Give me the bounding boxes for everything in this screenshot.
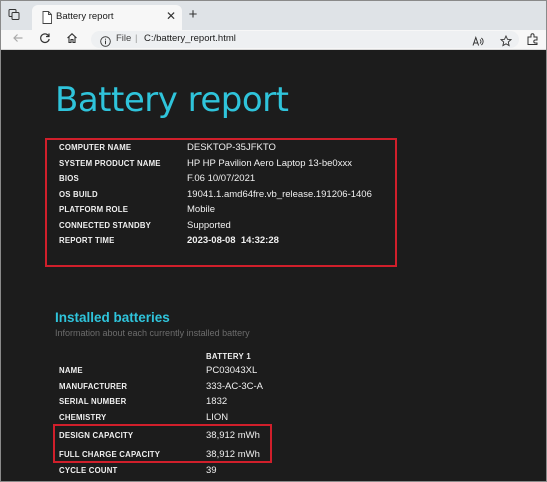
browser-window: Battery report ✕ + File | C:/battery_rep… [0,0,547,482]
manufacturer-value: 333-AC-3C-A [206,380,264,392]
refresh-icon[interactable] [36,31,54,48]
battery-column-header: BATTERY 1 [206,352,252,361]
read-aloud-icon[interactable] [472,34,484,46]
address-bar[interactable]: File | C:/battery_report.html [91,31,519,48]
system-info-highlight-box [45,138,397,267]
back-arrow-icon[interactable] [9,31,27,48]
installed-batteries-title: Installed batteries [55,310,170,325]
report-title: Battery report [55,80,289,120]
serial-number-value: 1832 [206,396,228,408]
new-tab-icon[interactable]: + [184,6,202,24]
close-tab-icon[interactable]: ✕ [166,9,176,23]
chemistry-label: CHEMISTRY [59,413,107,423]
serial-number-label: SERIAL NUMBER [59,397,127,407]
cycle-count-value: 39 [206,465,217,477]
tab-title: Battery report [56,11,114,22]
capacity-highlight-box [53,424,272,463]
home-icon[interactable] [63,31,81,48]
info-icon[interactable] [100,34,111,47]
report-page: Battery report COMPUTER NAME DESKTOP-35J… [1,51,546,481]
address-url[interactable]: C:/battery_report.html [144,33,236,44]
extensions-icon[interactable] [526,32,540,46]
address-scheme: File [116,33,132,44]
installed-batteries-subtitle: Information about each currently install… [55,328,250,338]
favorite-star-icon[interactable] [499,34,513,47]
navigation-bar: File | C:/battery_report.html [1,30,546,50]
chemistry-value: LION [206,412,229,424]
manufacturer-label: MANUFACTURER [59,381,128,391]
workspaces-icon[interactable] [7,8,21,22]
tab-battery-report[interactable]: Battery report ✕ [32,5,182,30]
battery-name-label: NAME [59,366,83,375]
address-separator: | [135,33,138,44]
battery-name-value: PC03043XL [206,365,258,376]
tab-strip: Battery report ✕ + [1,1,546,30]
document-icon [42,11,52,24]
cycle-count-label: CYCLE COUNT [59,466,118,476]
